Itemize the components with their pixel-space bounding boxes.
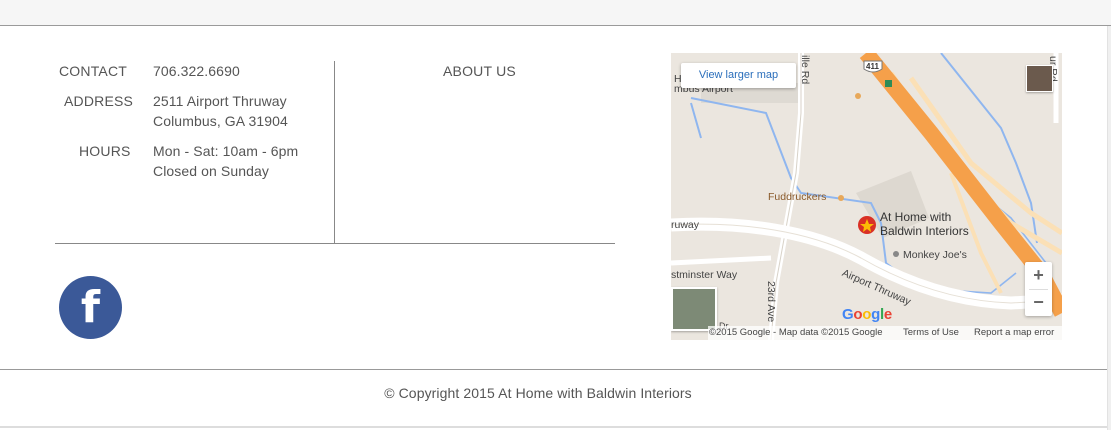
street-thruway-left: ruway [671,219,700,231]
street-23rd-ave: 23rd Ave [765,281,777,323]
poi-fuddruckers[interactable]: Fuddruckers [768,191,826,203]
hours-line-1: Mon - Sat: 10am - 6pm [153,143,299,159]
phone-number[interactable]: 706.322.6690 [153,61,240,81]
section-divider [55,243,615,244]
google-logo: Google [842,306,892,323]
about-us-heading[interactable]: ABOUT US [443,63,516,79]
address-line-1: 2511 Airport Thruway [153,93,287,109]
scrollbar-track[interactable] [1107,26,1111,430]
contact-label: CONTACT [59,63,128,79]
map-embed[interactable]: 411 mbus Airport H ille Rd ur Rd Fuddruc… [671,53,1062,340]
map-attribution-bar: ©2015 Google - Map data ©2015 Google Ter… [708,326,1062,340]
zoom-control: + − [1025,262,1052,316]
user-avatar[interactable] [1026,65,1053,92]
footer-divider [0,369,1107,370]
hours-label: HOURS [79,143,131,159]
satellite-toggle-thumbnail[interactable] [671,287,717,331]
bottom-border [0,426,1107,428]
zoom-in-button[interactable]: + [1025,262,1052,289]
address-label: ADDRESS [64,93,134,109]
address-line-2: Columbus, GA 31904 [153,113,288,129]
route-shield: 411 [866,62,879,71]
google-logo-letter: e [883,306,892,323]
hours-line-2: Closed on Sunday [153,163,270,179]
poi-monkey-joes[interactable]: Monkey Joe's [903,249,967,261]
facebook-letter: f [80,282,101,333]
google-logo-letter: o [853,306,863,323]
map-tiles [671,53,1062,340]
google-logo-letter: g [871,306,880,323]
zoom-out-button[interactable]: − [1025,289,1052,316]
top-bar [0,0,1111,26]
report-map-error-link[interactable]: Report a map error [974,326,1054,340]
google-logo-letter: o [862,306,872,323]
view-larger-map-link[interactable]: View larger map [681,63,796,88]
street-westminster: stminster Way [671,269,738,281]
business-name-line-2[interactable]: Baldwin Interiors [880,224,969,238]
column-divider [334,61,335,243]
terms-of-use-link[interactable]: Terms of Use [903,326,959,340]
google-logo-letter: G [842,306,854,323]
map-label-ville-rd: ille Rd [799,55,811,85]
facebook-icon[interactable]: f [59,276,122,339]
business-name-line-1[interactable]: At Home with [880,210,951,224]
copyright-text: © Copyright 2015 At Home with Baldwin In… [384,385,692,401]
map-attribution: ©2015 Google - Map data ©2015 Google [709,327,883,338]
